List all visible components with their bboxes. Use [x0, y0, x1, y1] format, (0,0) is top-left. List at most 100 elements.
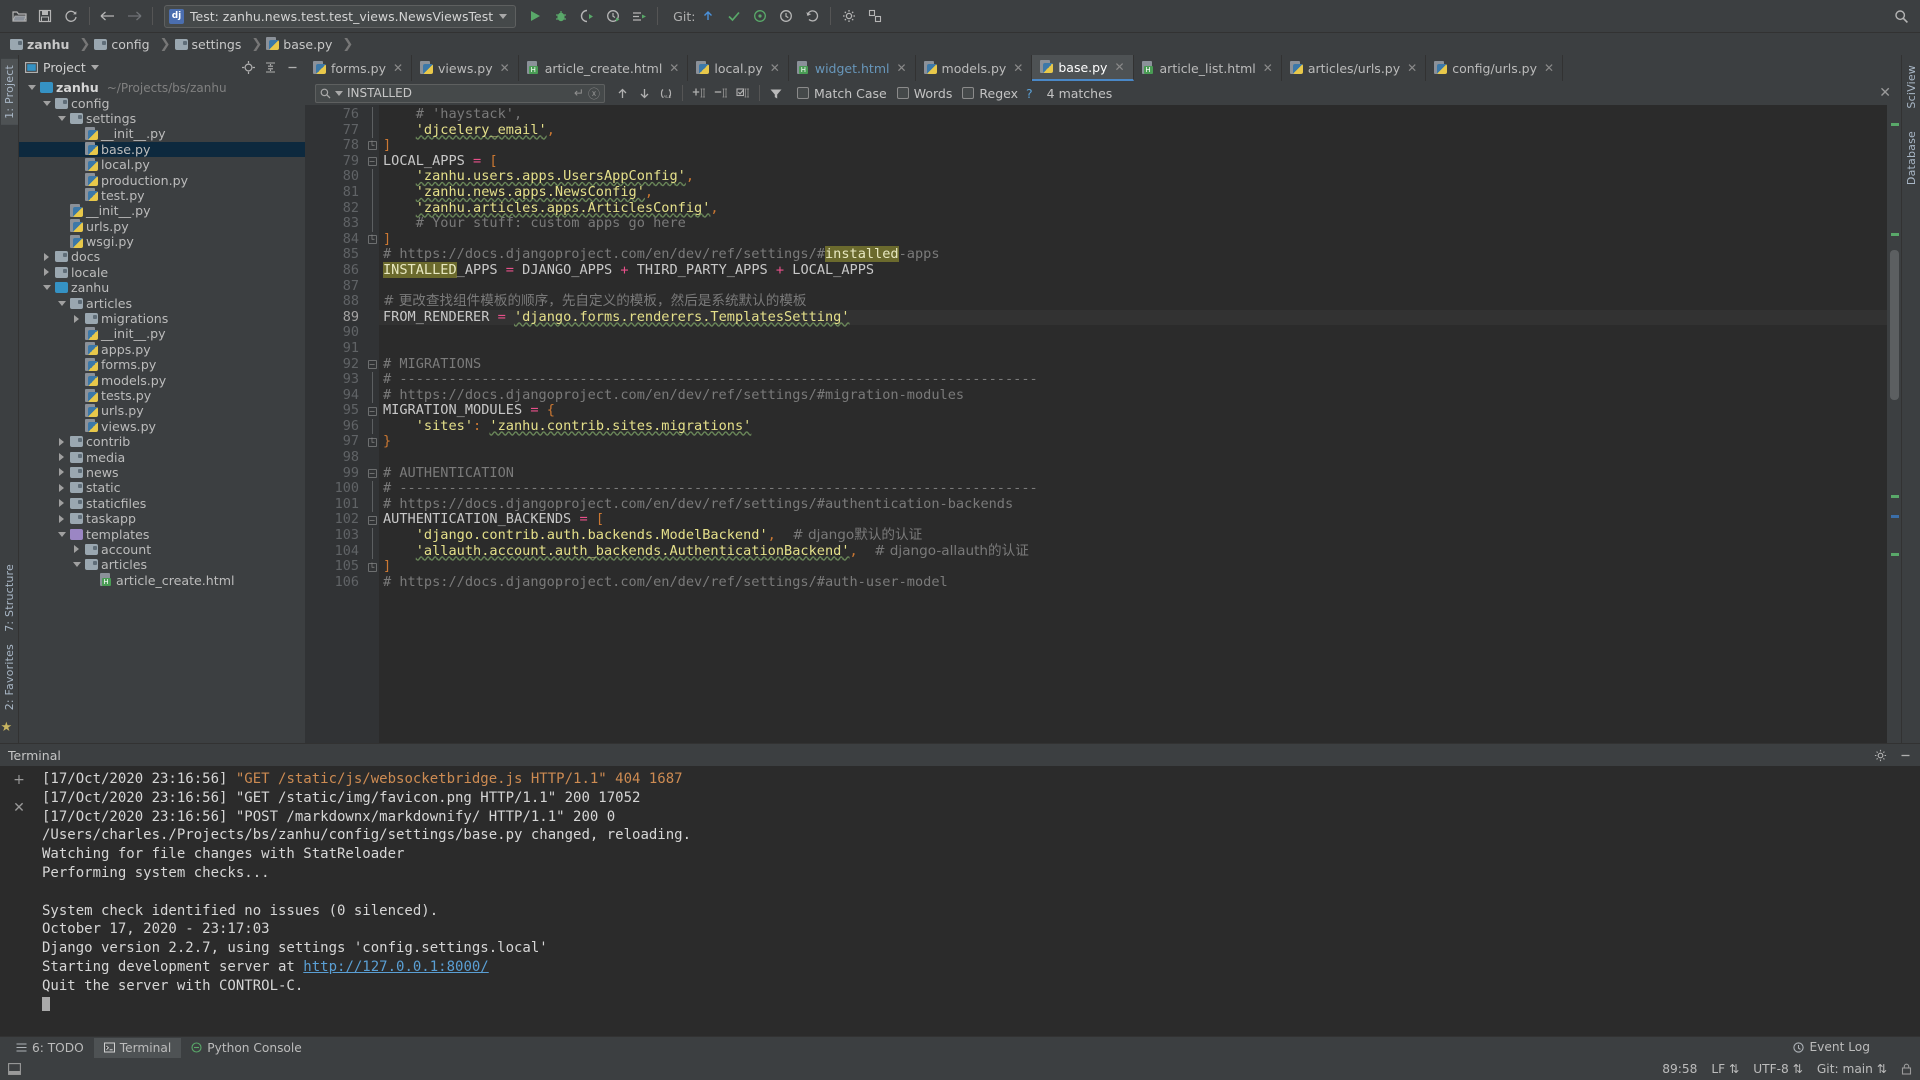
file-encoding[interactable]: UTF-8 ⇅	[1753, 1062, 1803, 1076]
arrow-left-icon[interactable]	[95, 4, 121, 28]
fold-collapse-icon[interactable]: −	[367, 359, 377, 369]
run-icon[interactable]	[522, 4, 548, 28]
filter-icon[interactable]	[765, 82, 787, 104]
code-line[interactable]: # https://docs.djangoproject.com/en/dev/…	[379, 574, 1887, 591]
source-code[interactable]: # 'haystack', 'djcelery_email',] LOCAL_AP…	[379, 105, 1887, 743]
bottom-tab-terminal[interactable]: Terminal	[93, 1037, 182, 1058]
regex-help-icon[interactable]: ?	[1026, 86, 1033, 101]
run-with-options-icon[interactable]	[626, 4, 652, 28]
code-line[interactable]: }	[379, 434, 1887, 450]
chevron-right-icon[interactable]	[59, 483, 64, 492]
code-line[interactable]: 'zanhu.articles.apps.ArticlesConfig',	[379, 200, 1887, 217]
fold-end-icon[interactable]: └	[367, 562, 377, 572]
tree-node-forms-py[interactable]: forms.py	[19, 357, 305, 372]
code-line[interactable]	[379, 279, 1887, 295]
tree-node-staticfiles[interactable]: staticfiles	[19, 496, 305, 511]
commit-icon[interactable]	[721, 4, 747, 28]
caret-position[interactable]: 89:58	[1662, 1062, 1697, 1076]
chevron-down-icon[interactable]	[27, 85, 36, 91]
rollback-icon[interactable]	[799, 4, 825, 28]
minimize-icon[interactable]	[286, 61, 299, 74]
arrow-right-icon[interactable]	[121, 4, 147, 28]
tree-node-articles[interactable]: articles	[19, 557, 305, 572]
chevron-right-icon[interactable]	[59, 453, 64, 462]
tree-node-docs[interactable]: docs	[19, 249, 305, 264]
close-tab-icon[interactable]: ✕	[669, 61, 679, 75]
tree-twisty[interactable]	[55, 437, 68, 446]
bottom-tab-todo[interactable]: 6: TODO	[6, 1038, 94, 1058]
chevron-right-icon[interactable]	[44, 268, 49, 277]
tree-twisty[interactable]	[55, 483, 68, 492]
tree-node-news[interactable]: news	[19, 465, 305, 480]
tree-twisty[interactable]	[40, 252, 53, 261]
find-previous-icon[interactable]	[611, 82, 633, 104]
tree-twisty[interactable]	[55, 468, 68, 477]
tree-twisty[interactable]	[25, 85, 38, 91]
select-all-occurrences-icon[interactable]: ALL	[655, 82, 677, 104]
search-history-chevron-icon[interactable]	[335, 90, 343, 96]
fold-marker[interactable]: −	[365, 357, 379, 373]
code-viewport[interactable]: 76 77 78 79 80 81 82 83 84 85 86 87 88 89 90 91 92 93 94 95…	[305, 105, 1901, 743]
event-log-button[interactable]: Event Log	[1793, 1040, 1870, 1054]
chevron-down-icon[interactable]	[499, 13, 508, 19]
chevron-right-icon[interactable]	[74, 314, 79, 323]
code-line[interactable]: INSTALLED_APPS = DJANGO_APPS + THIRD_PAR…	[379, 261, 1887, 279]
tree-node-static[interactable]: static	[19, 480, 305, 495]
tree-twisty[interactable]	[70, 562, 83, 568]
error-stripe-marker-bar[interactable]	[1887, 105, 1901, 743]
tree-node-zanhu[interactable]: zanhu	[19, 280, 305, 295]
editor-tab-articles-urls-py[interactable]: articles/urls.py ✕	[1282, 55, 1427, 81]
chevron-down-icon[interactable]	[57, 531, 66, 537]
code-line[interactable]: 'django.contrib.auth.backends.ModelBacke…	[379, 527, 1887, 544]
run-coverage-icon[interactable]	[574, 4, 600, 28]
close-tab-icon[interactable]: ✕	[770, 61, 780, 75]
editor-tab-local-py[interactable]: local.py ✕	[688, 55, 789, 81]
checkbox-box[interactable]	[797, 87, 809, 99]
tree-node-wsgi-py[interactable]: wsgi.py	[19, 234, 305, 249]
fold-marker[interactable]: −	[365, 466, 379, 482]
chevron-down-icon[interactable]	[42, 285, 51, 291]
open-folder-icon[interactable]	[6, 4, 32, 28]
code-line[interactable]: # Your stuff: custom apps go here	[379, 215, 1887, 232]
save-icon[interactable]	[32, 4, 58, 28]
line-separator[interactable]: LF ⇅	[1711, 1062, 1739, 1076]
fold-marker[interactable]: −	[365, 154, 379, 170]
chevron-down-icon[interactable]	[72, 562, 81, 568]
breadcrumb-item-3[interactable]: base.py ❯	[266, 37, 357, 52]
code-line[interactable]	[379, 341, 1887, 357]
chevron-right-icon[interactable]	[59, 499, 64, 508]
code-line[interactable]: # https://docs.djangoproject.com/en/dev/…	[379, 496, 1887, 513]
tree-twisty[interactable]	[55, 453, 68, 462]
sidebar-item-structure[interactable]: 7: Structure	[1, 558, 18, 638]
tree-node-taskapp[interactable]: taskapp	[19, 511, 305, 526]
checkbox-box[interactable]	[896, 87, 909, 99]
sidebar-item-favorites[interactable]: 2: Favorites	[1, 638, 18, 716]
editor-tab-forms-py[interactable]: forms.py ✕	[305, 55, 413, 81]
checkbox-box[interactable]	[962, 87, 975, 99]
fold-collapse-icon[interactable]: −	[367, 157, 377, 167]
target-icon[interactable]	[242, 60, 255, 74]
project-file-tree[interactable]: zanhu ~/Projects/bs/zanhu config settings __…	[19, 79, 305, 743]
breadcrumb-item-0[interactable]: zanhu ❯	[10, 37, 94, 52]
tree-node-production-py[interactable]: production.py	[19, 172, 305, 188]
regex-checkbox[interactable]: Regex ?	[962, 86, 1033, 101]
chevron-right-icon[interactable]	[59, 514, 64, 523]
profile-icon[interactable]	[600, 4, 626, 28]
tree-node-templates[interactable]: templates	[19, 526, 305, 542]
code-line[interactable]: AUTHENTICATION_BACKENDS = [	[379, 512, 1887, 528]
tree-twisty[interactable]	[55, 300, 68, 306]
tree-node-media[interactable]: media	[19, 449, 305, 465]
code-line[interactable]: 'djcelery_email',	[379, 122, 1887, 139]
minimize-icon[interactable]	[1899, 749, 1912, 762]
fold-marker[interactable]: └	[365, 232, 379, 248]
code-line[interactable]: # https://docs.djangoproject.com/en/dev/…	[379, 246, 1887, 263]
close-tab-icon[interactable]: ✕	[393, 61, 403, 75]
tree-node--init-py[interactable]: __init__.py	[19, 126, 305, 141]
code-line[interactable]: # 'haystack',	[379, 106, 1887, 123]
tree-twisty[interactable]	[55, 514, 68, 523]
new-session-icon[interactable]: +	[13, 772, 25, 788]
add-line-icon[interactable]	[688, 82, 710, 104]
code-line[interactable]: # --------------------------------------…	[379, 371, 1887, 388]
chevron-down-icon[interactable]	[42, 100, 51, 106]
close-tab-icon[interactable]: ✕	[896, 61, 906, 75]
